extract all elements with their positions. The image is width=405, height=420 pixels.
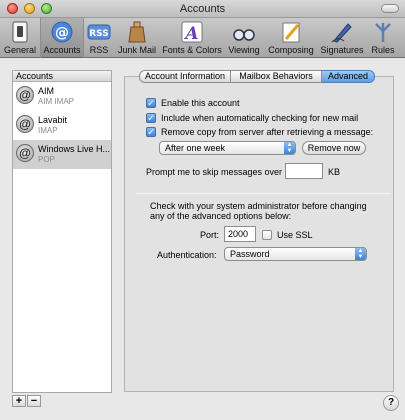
use-ssl-row[interactable]: Use SSL [262, 229, 313, 240]
account-item-aim[interactable]: @ AIM AIM IMAP [13, 82, 111, 111]
toolbar-accounts-label: Accounts [43, 45, 81, 55]
toolbar-general[interactable]: General [2, 18, 38, 58]
account-name: AIM [38, 86, 55, 96]
account-name: Lavabit [38, 115, 68, 125]
toolbar-composing[interactable]: Composing [266, 18, 316, 58]
toolbar-accounts[interactable]: @ Accounts [40, 18, 84, 58]
toolbar-rules[interactable]: Rules [368, 18, 398, 58]
admin-note-line-2: any of the advanced options below: [150, 211, 292, 221]
toolbar-junk-mail[interactable]: Junk Mail [116, 18, 158, 58]
use-ssl-label: Use SSL [277, 229, 313, 240]
add-account-button[interactable]: + [12, 395, 26, 407]
toolbar-viewing[interactable]: Viewing [226, 18, 262, 58]
skip-size-input[interactable] [285, 163, 323, 179]
window-title: Accounts [179, 3, 226, 15]
toolbar-rss-label: RSS [89, 45, 109, 55]
advanced-settings-panel [124, 76, 394, 392]
include-check-label: Include when automatically checking for … [161, 112, 359, 123]
updown-arrows-icon: ▲ ▼ [355, 248, 366, 260]
at-sign-icon: @ [51, 21, 73, 43]
pencil-paper-icon [282, 22, 300, 43]
account-type: IMAP [38, 126, 58, 135]
toolbar-toggle-button[interactable] [381, 4, 399, 13]
toolbar-signatures-label: Signatures [320, 45, 364, 55]
account-item-lavabit[interactable]: @ Lavabit IMAP [13, 111, 111, 140]
toolbar-composing-label: Composing [268, 45, 314, 55]
account-item-windows-live[interactable]: @ Windows Live H... POP [13, 140, 111, 169]
enable-account-checkbox[interactable]: ✓ [146, 97, 156, 108]
enable-account-row[interactable]: ✓ Enable this account [146, 97, 240, 108]
include-check-row[interactable]: ✓ Include when automatically checking fo… [146, 112, 358, 123]
enable-account-label: Enable this account [161, 97, 240, 108]
section-divider [136, 193, 391, 194]
toolbar-rules-label: Rules [371, 45, 395, 55]
toolbar-rss[interactable]: RSS RSS [86, 18, 112, 58]
svg-text:RSS: RSS [89, 29, 109, 39]
toolbar-viewing-label: Viewing [228, 45, 260, 55]
svg-text:A: A [183, 24, 198, 43]
include-check-checkbox[interactable]: ✓ [146, 112, 156, 123]
port-label: Port: [200, 230, 220, 240]
svg-text:@: @ [55, 25, 69, 41]
toolbar-fonts-colors-label: Fonts & Colors [162, 45, 222, 55]
at-sign-icon: @ [16, 115, 34, 133]
toolbar-signatures[interactable]: Signatures [318, 18, 366, 58]
preferences-toolbar: General @ Accounts RSS RSS Junk Mail A F… [0, 18, 405, 58]
skip-messages-label: Prompt me to skip messages over [146, 167, 283, 177]
tab-mailbox-behaviors[interactable]: Mailbox Behaviors [231, 70, 322, 83]
remove-after-value: After one week [165, 143, 226, 153]
authentication-select[interactable]: Password ▲ ▼ [224, 247, 367, 261]
tab-advanced[interactable]: Advanced [322, 70, 375, 83]
light-switch-icon [12, 21, 28, 43]
accounts-list-header: Accounts [13, 71, 111, 82]
toolbar-general-label: General [3, 45, 37, 55]
toolbar-fonts-colors[interactable]: A Fonts & Colors [160, 18, 224, 58]
updown-arrows-icon: ▲ ▼ [284, 142, 295, 154]
remove-copy-checkbox[interactable]: ✓ [146, 126, 156, 137]
admin-note-line-1: Check with your system administrator bef… [150, 201, 367, 211]
authentication-value: Password [230, 249, 270, 259]
authentication-label: Authentication: [157, 250, 217, 260]
rss-badge-icon: RSS [87, 24, 111, 40]
at-sign-icon: @ [16, 144, 34, 162]
use-ssl-checkbox[interactable] [262, 229, 272, 240]
account-type: POP [38, 155, 55, 164]
account-name: Windows Live H... [38, 144, 111, 154]
tab-account-information[interactable]: Account Information [139, 70, 231, 83]
accounts-list[interactable]: Accounts @ AIM AIM IMAP @ Lavabit IMAP @… [12, 70, 112, 393]
font-a-icon: A [181, 21, 203, 43]
at-sign-icon: @ [16, 86, 34, 104]
help-button[interactable]: ? [383, 395, 399, 411]
eyeglasses-icon [233, 29, 255, 41]
trash-bag-icon [128, 21, 146, 43]
toolbar-junk-mail-label: Junk Mail [117, 45, 156, 55]
funnel-arrows-icon [375, 23, 391, 42]
account-type: AIM IMAP [38, 97, 75, 106]
port-input[interactable]: 2000 [224, 226, 256, 242]
pen-nib-icon [331, 23, 352, 43]
remove-account-button[interactable]: − [27, 395, 41, 407]
title-bar: Accounts [0, 0, 405, 18]
remove-copy-row[interactable]: ✓ Remove copy from server after retrievi… [146, 126, 373, 137]
skip-unit-label: KB [328, 167, 341, 177]
settings-tabs: Account Information Mailbox Behaviors Ad… [139, 70, 375, 83]
remove-now-button[interactable]: Remove now [302, 141, 366, 155]
remove-after-select[interactable]: After one week ▲ ▼ [159, 141, 296, 155]
remove-copy-label: Remove copy from server after retrieving… [161, 126, 374, 137]
